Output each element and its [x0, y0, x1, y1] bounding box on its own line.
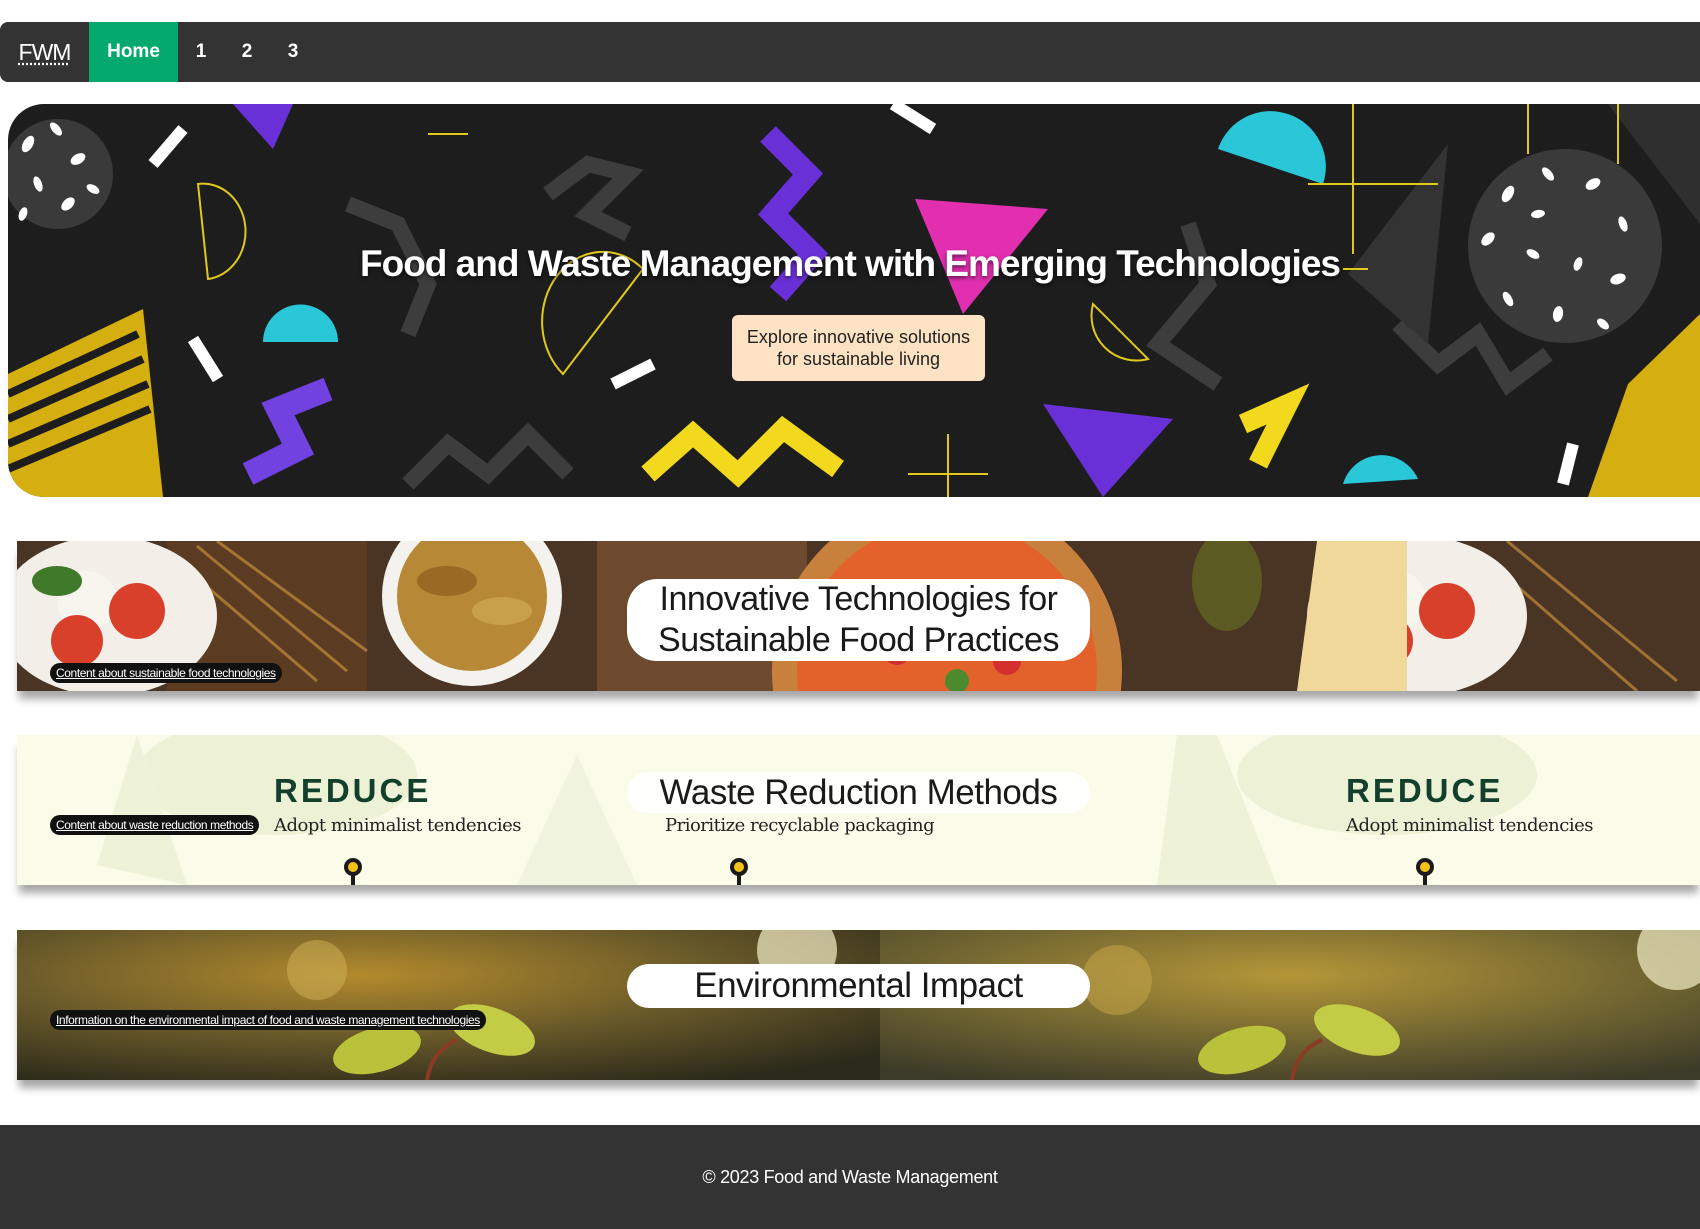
- reduce-label-right: REDUCE: [1346, 772, 1504, 809]
- caption-link-tech[interactable]: Content about sustainable food technolog…: [50, 663, 282, 683]
- hero-title: Food and Waste Management with Emerging …: [360, 243, 1341, 284]
- top-navbar: FWM Home 1 2 3: [0, 22, 1700, 82]
- section-waste-reduction: REDUCE Adopt minimalist tendencies Prior…: [17, 735, 1700, 885]
- brand-logo[interactable]: FWM: [0, 22, 89, 82]
- hero-banner: Food and Waste Management with Emerging …: [8, 104, 1700, 497]
- caption-link-impact[interactable]: Information on the environmental impact …: [50, 1010, 486, 1030]
- map-pin-icon: [344, 858, 362, 885]
- map-pin-icon: [730, 858, 748, 885]
- hero-subtitle-box: Explore innovative solutions for sustain…: [732, 315, 985, 381]
- reduce-label-left: REDUCE: [274, 772, 432, 809]
- caption-link-waste[interactable]: Content about waste reduction methods: [50, 815, 260, 835]
- nav-link-2[interactable]: 2: [224, 22, 270, 82]
- section-environmental-impact: Environmental Impact Information on the …: [17, 930, 1700, 1080]
- section-heading-tech: Innovative Technologies for Sustainable …: [627, 579, 1090, 661]
- section-heading-waste: Waste Reduction Methods: [627, 772, 1090, 813]
- nav-link-3[interactable]: 3: [270, 22, 316, 82]
- nav-home-link[interactable]: Home: [89, 22, 178, 82]
- recycle-text-middle: Prioritize recyclable packaging: [665, 815, 935, 836]
- page-footer: © 2023 Food and Waste Management: [0, 1125, 1700, 1229]
- section-heading-impact: Environmental Impact: [627, 964, 1090, 1008]
- memphis-pattern-background: [8, 104, 1700, 497]
- reduce-text-right: Adopt minimalist tendencies: [1346, 815, 1594, 836]
- copyright-text: © 2023 Food and Waste Management: [702, 1166, 998, 1187]
- reduce-text-left: Adopt minimalist tendencies: [274, 815, 522, 836]
- nav-link-1[interactable]: 1: [178, 22, 224, 82]
- section-sustainable-food-tech: Innovative Technologies for Sustainable …: [17, 541, 1700, 691]
- map-pin-icon: [1416, 858, 1434, 885]
